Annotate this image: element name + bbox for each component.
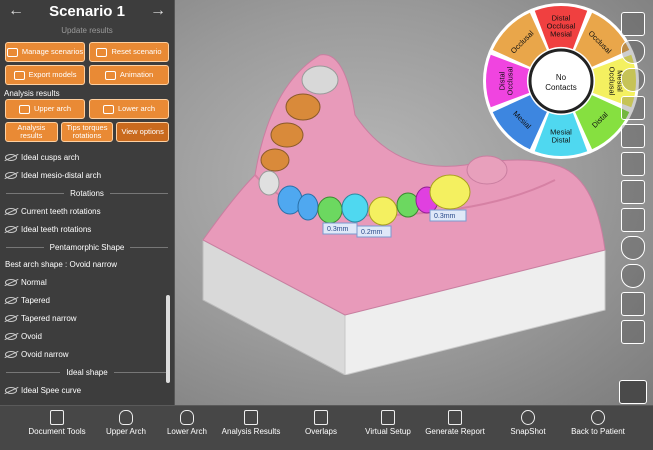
analysis-results-label: Analysis results — [4, 89, 60, 98]
back-to-patient-button[interactable]: Back to Patient — [568, 410, 628, 436]
view-options-list: Ideal cusps arch Ideal mesio-distal arch… — [0, 148, 174, 399]
tools-icon[interactable] — [619, 380, 647, 404]
camera-icon — [521, 410, 535, 425]
reset-scenario-button[interactable]: Reset scenario — [89, 42, 169, 62]
virtual-setup-button[interactable]: Virtual Setup — [358, 410, 418, 436]
upper-arch-only-icon[interactable] — [621, 236, 645, 260]
measure-grid-icon[interactable] — [621, 96, 645, 120]
prev-scenario-arrow-icon[interactable]: ← — [8, 2, 24, 20]
eye-hidden-icon — [5, 332, 17, 340]
tips-torques-rotations-button[interactable]: Tips torques rotations — [60, 122, 114, 142]
next-scenario-arrow-icon[interactable]: → — [150, 2, 166, 20]
right-toolbar — [619, 8, 647, 344]
ovoid-narrow-shape-toggle[interactable]: Ovoid narrow — [0, 345, 174, 363]
scenario-header: ← Scenario 1 → — [0, 0, 174, 22]
scenario-title: Scenario 1 — [49, 2, 125, 20]
eye-hidden-icon — [5, 207, 17, 215]
film-icon — [104, 70, 116, 80]
analysis-results-button[interactable]: Analysis results — [5, 122, 58, 142]
upper-arch-bottom-button[interactable]: Upper Arch — [96, 410, 156, 436]
ideal-mesio-distal-arch-toggle[interactable]: Ideal mesio-distal arch — [0, 166, 174, 184]
upper-teeth-view-icon[interactable] — [621, 40, 645, 64]
overlap-icon — [314, 410, 328, 425]
ideal-teeth-rotations-toggle[interactable]: Ideal teeth rotations — [0, 220, 174, 238]
normal-shape-toggle[interactable]: Normal — [0, 273, 174, 291]
eye-hidden-icon — [5, 350, 17, 358]
ovoid-shape-toggle[interactable]: Ovoid — [0, 327, 174, 345]
pentamorphic-divider: Pentamorphic Shape — [0, 238, 174, 256]
lower-arch-only-icon[interactable] — [621, 264, 645, 288]
tooth-icon — [18, 104, 30, 114]
clipboard-icon — [244, 410, 258, 425]
occlusion-view-icon[interactable] — [621, 320, 645, 344]
measurement-2: 0.2mm — [361, 229, 383, 236]
view-options-button[interactable]: View options — [116, 122, 169, 142]
generate-report-button[interactable]: Generate Report — [425, 410, 485, 436]
printer-icon — [448, 410, 462, 425]
document-icon — [50, 410, 64, 425]
animation-button[interactable]: Animation — [89, 65, 169, 85]
lower-arch-button[interactable]: Lower arch — [89, 99, 169, 119]
both-arches-icon[interactable] — [621, 180, 645, 204]
current-teeth-rotations-toggle[interactable]: Current teeth rotations — [0, 202, 174, 220]
contact-legend-wheel: Distal Occlusal Mesial OcclusalMesialOcclus… — [483, 3, 639, 159]
setup-icon — [381, 410, 395, 425]
panel-scrollbar[interactable] — [166, 295, 170, 383]
tapered-shape-toggle[interactable]: Tapered — [0, 291, 174, 309]
lower-arch-bottom-button[interactable]: Lower Arch — [157, 410, 217, 436]
ideal-cusps-arch-toggle[interactable]: Ideal cusps arch — [0, 148, 174, 166]
folder-icon — [6, 47, 18, 57]
open-jaw-icon[interactable] — [621, 208, 645, 232]
measurement-3: 0.3mm — [434, 213, 456, 220]
upper-arch-button[interactable]: Upper arch — [5, 99, 85, 119]
bar-chart-icon[interactable] — [621, 124, 645, 148]
document-icon[interactable] — [621, 152, 645, 176]
eye-hidden-icon — [5, 386, 17, 394]
eye-hidden-icon — [5, 314, 17, 322]
side-view-icon[interactable] — [621, 292, 645, 316]
eye-hidden-icon — [5, 171, 17, 179]
upper-arch-icon — [119, 410, 133, 425]
tapered-narrow-shape-toggle[interactable]: Tapered narrow — [0, 309, 174, 327]
best-arch-shape-text: Best arch shape : Ovoid narrow — [5, 260, 118, 269]
update-results-button[interactable]: Update results — [0, 22, 174, 40]
lower-teeth-view-icon[interactable] — [621, 68, 645, 92]
fullscreen-icon[interactable] — [621, 12, 645, 36]
export-models-button[interactable]: Export models — [5, 65, 85, 85]
ideal-spee-curve-toggle[interactable]: Ideal Spee curve — [0, 381, 174, 399]
left-panel: ← Scenario 1 → Update results Manage sce… — [0, 0, 175, 405]
eye-hidden-icon — [5, 278, 17, 286]
eye-hidden-icon — [5, 153, 17, 161]
reset-icon — [96, 47, 108, 57]
manage-scenarios-button[interactable]: Manage scenarios — [5, 42, 85, 62]
wheel-segment-label: Mesial Distal — [550, 128, 572, 145]
measurement-1: 0.3mm — [327, 226, 349, 233]
export-icon — [13, 70, 25, 80]
ideal-shape-divider: Ideal shape — [0, 363, 174, 381]
eye-hidden-icon — [5, 225, 17, 233]
bottom-toolbar: Document Tools Upper Arch Lower Arch Ana… — [0, 405, 653, 450]
rotations-divider: Rotations — [0, 184, 174, 202]
analysis-results-bottom-button[interactable]: Analysis Results — [221, 410, 281, 436]
lower-arch-icon — [180, 410, 194, 425]
update-results-label: Update results — [61, 26, 113, 35]
snapshot-button[interactable]: SnapShot — [498, 410, 558, 436]
document-tools-button[interactable]: Document Tools — [27, 410, 87, 436]
eye-hidden-icon — [5, 296, 17, 304]
overlaps-button[interactable]: Overlaps — [291, 410, 351, 436]
tooth-icon — [102, 104, 114, 114]
patient-icon — [591, 410, 605, 425]
